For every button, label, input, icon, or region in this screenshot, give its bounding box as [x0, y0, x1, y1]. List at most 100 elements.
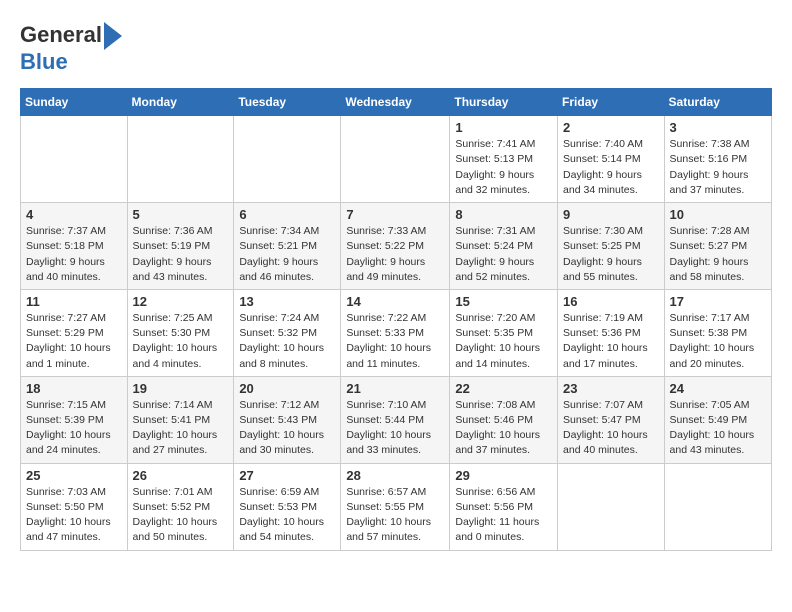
calendar-cell: [127, 116, 234, 203]
day-info: Sunrise: 7:33 AMSunset: 5:22 PMDaylight:…: [346, 224, 444, 285]
calendar-cell: 28 Sunrise: 6:57 AMSunset: 5:55 PMDayligh…: [341, 463, 450, 550]
calendar-week-row: 4 Sunrise: 7:37 AMSunset: 5:18 PMDaylight…: [21, 203, 772, 290]
day-number: 25: [26, 468, 122, 483]
day-info: Sunrise: 7:20 AMSunset: 5:35 PMDaylight:…: [455, 311, 552, 372]
logo-arrow-icon: [104, 22, 122, 50]
day-number: 1: [455, 120, 552, 135]
calendar-cell: [234, 116, 341, 203]
calendar-cell: 26 Sunrise: 7:01 AMSunset: 5:52 PMDayligh…: [127, 463, 234, 550]
calendar-cell: 24Sunrise: 7:05 AMSunset: 5:49 PMDayligh…: [664, 376, 771, 463]
day-number: 20: [239, 381, 335, 396]
day-info: Sunrise: 7:17 AMSunset: 5:38 PMDaylight:…: [670, 311, 766, 372]
calendar-week-row: 25 Sunrise: 7:03 AMSunset: 5:50 PMDayligh…: [21, 463, 772, 550]
calendar-table: SundayMondayTuesdayWednesdayThursdayFrid…: [20, 88, 772, 550]
day-number: 19: [133, 381, 229, 396]
day-info: Sunrise: 7:25 AMSunset: 5:30 PMDaylight:…: [133, 311, 229, 372]
calendar-cell: 12Sunrise: 7:25 AMSunset: 5:30 PMDayligh…: [127, 289, 234, 376]
logo-blue: Blue: [20, 50, 122, 74]
day-number: 29: [455, 468, 552, 483]
day-number: 7: [346, 207, 444, 222]
weekday-header-monday: Monday: [127, 89, 234, 116]
day-info: Sunrise: 7:36 AMSunset: 5:19 PMDaylight:…: [133, 224, 229, 285]
calendar-cell: 29 Sunrise: 6:56 AMSunset: 5:56 PMDayligh…: [450, 463, 558, 550]
calendar-cell: [558, 463, 665, 550]
calendar-cell: 19 Sunrise: 7:14 AMSunset: 5:41 PMDayligh…: [127, 376, 234, 463]
day-info: Sunrise: 7:03 AMSunset: 5:50 PMDaylight:…: [26, 485, 122, 546]
calendar-cell: 7 Sunrise: 7:33 AMSunset: 5:22 PMDaylight…: [341, 203, 450, 290]
header: General Blue: [20, 16, 772, 74]
day-number: 5: [133, 207, 229, 222]
day-info: Sunrise: 7:22 AMSunset: 5:33 PMDaylight:…: [346, 311, 444, 372]
weekday-header-row: SundayMondayTuesdayWednesdayThursdayFrid…: [21, 89, 772, 116]
day-info: Sunrise: 7:19 AMSunset: 5:36 PMDaylight:…: [563, 311, 659, 372]
day-info: Sunrise: 6:57 AMSunset: 5:55 PMDaylight:…: [346, 485, 444, 546]
calendar-cell: 16 Sunrise: 7:19 AMSunset: 5:36 PMDayligh…: [558, 289, 665, 376]
calendar-cell: 27 Sunrise: 6:59 AMSunset: 5:53 PMDayligh…: [234, 463, 341, 550]
day-number: 8: [455, 207, 552, 222]
calendar-cell: 5 Sunrise: 7:36 AMSunset: 5:19 PMDaylight…: [127, 203, 234, 290]
day-number: 26: [133, 468, 229, 483]
day-info: Sunrise: 7:24 AMSunset: 5:32 PMDaylight:…: [239, 311, 335, 372]
weekday-header-wednesday: Wednesday: [341, 89, 450, 116]
day-info: Sunrise: 7:12 AMSunset: 5:43 PMDaylight:…: [239, 398, 335, 459]
calendar-cell: 13 Sunrise: 7:24 AMSunset: 5:32 PMDayligh…: [234, 289, 341, 376]
calendar-cell: 18 Sunrise: 7:15 AMSunset: 5:39 PMDayligh…: [21, 376, 128, 463]
day-info: Sunrise: 7:01 AMSunset: 5:52 PMDaylight:…: [133, 485, 229, 546]
day-number: 23: [563, 381, 659, 396]
calendar-cell: 9Sunrise: 7:30 AMSunset: 5:25 PMDaylight…: [558, 203, 665, 290]
calendar-week-row: 1 Sunrise: 7:41 AMSunset: 5:13 PMDaylight…: [21, 116, 772, 203]
calendar-cell: 21 Sunrise: 7:10 AMSunset: 5:44 PMDayligh…: [341, 376, 450, 463]
day-info: Sunrise: 6:56 AMSunset: 5:56 PMDaylight:…: [455, 485, 552, 546]
calendar-week-row: 18 Sunrise: 7:15 AMSunset: 5:39 PMDayligh…: [21, 376, 772, 463]
calendar-cell: 2Sunrise: 7:40 AMSunset: 5:14 PMDaylight…: [558, 116, 665, 203]
calendar-cell: 11Sunrise: 7:27 AMSunset: 5:29 PMDayligh…: [21, 289, 128, 376]
day-number: 13: [239, 294, 335, 309]
calendar-cell: 14 Sunrise: 7:22 AMSunset: 5:33 PMDayligh…: [341, 289, 450, 376]
day-number: 16: [563, 294, 659, 309]
calendar-cell: 10 Sunrise: 7:28 AMSunset: 5:27 PMDayligh…: [664, 203, 771, 290]
day-info: Sunrise: 7:14 AMSunset: 5:41 PMDaylight:…: [133, 398, 229, 459]
weekday-header-saturday: Saturday: [664, 89, 771, 116]
day-number: 28: [346, 468, 444, 483]
day-number: 10: [670, 207, 766, 222]
day-info: Sunrise: 7:08 AMSunset: 5:46 PMDaylight:…: [455, 398, 552, 459]
calendar-cell: 3 Sunrise: 7:38 AMSunset: 5:16 PMDaylight…: [664, 116, 771, 203]
calendar-cell: 22 Sunrise: 7:08 AMSunset: 5:46 PMDayligh…: [450, 376, 558, 463]
day-info: Sunrise: 7:41 AMSunset: 5:13 PMDaylight:…: [455, 137, 552, 198]
day-info: Sunrise: 7:37 AMSunset: 5:18 PMDaylight:…: [26, 224, 122, 285]
day-number: 18: [26, 381, 122, 396]
calendar-cell: 4 Sunrise: 7:37 AMSunset: 5:18 PMDaylight…: [21, 203, 128, 290]
day-info: Sunrise: 7:28 AMSunset: 5:27 PMDaylight:…: [670, 224, 766, 285]
day-info: Sunrise: 7:10 AMSunset: 5:44 PMDaylight:…: [346, 398, 444, 459]
day-info: Sunrise: 7:38 AMSunset: 5:16 PMDaylight:…: [670, 137, 766, 198]
day-number: 3: [670, 120, 766, 135]
calendar-week-row: 11Sunrise: 7:27 AMSunset: 5:29 PMDayligh…: [21, 289, 772, 376]
logo-text: General: [20, 23, 102, 47]
day-number: 17: [670, 294, 766, 309]
day-number: 11: [26, 294, 122, 309]
calendar-cell: 17 Sunrise: 7:17 AMSunset: 5:38 PMDayligh…: [664, 289, 771, 376]
day-number: 27: [239, 468, 335, 483]
calendar-cell: [664, 463, 771, 550]
day-info: Sunrise: 7:07 AMSunset: 5:47 PMDaylight:…: [563, 398, 659, 459]
calendar-cell: 1 Sunrise: 7:41 AMSunset: 5:13 PMDaylight…: [450, 116, 558, 203]
day-info: Sunrise: 7:30 AMSunset: 5:25 PMDaylight:…: [563, 224, 659, 285]
calendar-cell: 25 Sunrise: 7:03 AMSunset: 5:50 PMDayligh…: [21, 463, 128, 550]
calendar-cell: [21, 116, 128, 203]
weekday-header-tuesday: Tuesday: [234, 89, 341, 116]
calendar-cell: 6Sunrise: 7:34 AMSunset: 5:21 PMDaylight…: [234, 203, 341, 290]
weekday-header-friday: Friday: [558, 89, 665, 116]
day-number: 22: [455, 381, 552, 396]
logo: General Blue: [20, 20, 122, 74]
day-info: Sunrise: 6:59 AMSunset: 5:53 PMDaylight:…: [239, 485, 335, 546]
day-info: Sunrise: 7:40 AMSunset: 5:14 PMDaylight:…: [563, 137, 659, 198]
day-info: Sunrise: 7:31 AMSunset: 5:24 PMDaylight:…: [455, 224, 552, 285]
weekday-header-sunday: Sunday: [21, 89, 128, 116]
calendar-cell: 23 Sunrise: 7:07 AMSunset: 5:47 PMDayligh…: [558, 376, 665, 463]
day-info: Sunrise: 7:15 AMSunset: 5:39 PMDaylight:…: [26, 398, 122, 459]
calendar-cell: [341, 116, 450, 203]
day-number: 15: [455, 294, 552, 309]
day-number: 21: [346, 381, 444, 396]
day-number: 14: [346, 294, 444, 309]
day-number: 4: [26, 207, 122, 222]
